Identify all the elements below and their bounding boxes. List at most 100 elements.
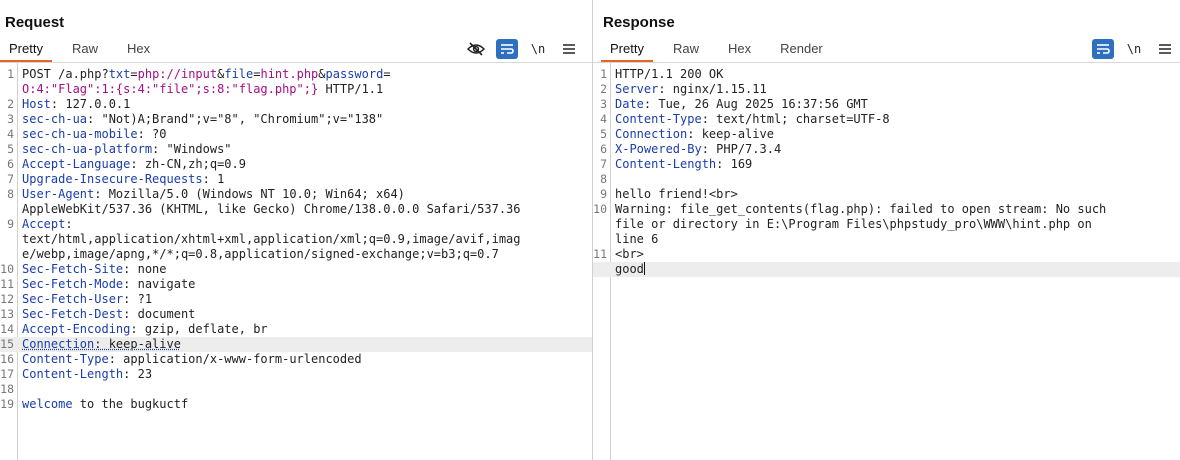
code-line[interactable]: 9 hello friend!<br> xyxy=(593,187,1180,202)
code-token: : "Windows" xyxy=(152,142,232,156)
line-number: 5 xyxy=(7,142,14,156)
code-line[interactable]: 18 xyxy=(0,382,592,397)
line-number: 11 xyxy=(593,247,607,261)
code-token: : none xyxy=(123,262,167,276)
code-line[interactable]: 15 Connection: keep-alive xyxy=(0,337,592,352)
request-title: Request xyxy=(5,14,65,31)
code-line[interactable]: text/html,application/xhtml+xml,applicat… xyxy=(0,232,592,247)
code-line[interactable]: 14 Accept-Encoding: gzip, deflate, br xyxy=(0,322,592,337)
code-token: password xyxy=(325,67,384,81)
response-editor[interactable]: 1 HTTP/1.1 200 OK 2 Server: nginx/1.15.11 3 D… xyxy=(593,63,1180,460)
code-token: Sec-Fetch-Mode xyxy=(22,277,124,291)
code-line[interactable]: 1 HTTP/1.1 200 OK xyxy=(593,67,1180,82)
line-code: Sec-Fetch-Mode: navigate xyxy=(22,277,592,292)
code-token: good xyxy=(615,262,644,276)
response-tab-hex[interactable]: Hex xyxy=(719,38,760,62)
eye-off-icon[interactable] xyxy=(465,39,487,59)
line-code: HTTP/1.1 200 OK xyxy=(615,67,1180,82)
wrap-icon[interactable] xyxy=(1092,39,1114,59)
code-line[interactable]: 4 sec-ch-ua-mobile: ?0 xyxy=(0,127,592,142)
line-code: good xyxy=(615,262,1180,277)
line-code: Accept-Language: zh-CN,zh;q=0.9 xyxy=(22,157,592,172)
line-number: 5 xyxy=(600,127,607,141)
line-code: e/webp,image/apng,*/*;q=0.8,application/… xyxy=(22,247,592,262)
code-token: Warning: file_get_contents(flag.php): fa… xyxy=(615,202,1107,216)
menu-icon[interactable] xyxy=(1154,39,1176,59)
code-token: : "Not)A;Brand";v="8", "Chromium";v="138… xyxy=(87,112,384,126)
code-line[interactable]: 11 <br> xyxy=(593,247,1180,262)
code-line[interactable]: 6 X-Powered-By: PHP/7.3.4 xyxy=(593,142,1180,157)
line-number: 9 xyxy=(600,187,607,201)
line-number: 6 xyxy=(600,142,607,156)
code-line[interactable]: 5 Connection: keep-alive xyxy=(593,127,1180,142)
code-token: : ?0 xyxy=(137,127,167,141)
code-line[interactable]: 5 sec-ch-ua-platform: "Windows" xyxy=(0,142,592,157)
response-tabs: Pretty Raw Hex Render xyxy=(601,38,832,62)
code-line[interactable]: 3 sec-ch-ua: "Not)A;Brand";v="8", "Chromi… xyxy=(0,112,592,127)
code-line[interactable]: AppleWebKit/537.36 (KHTML, like Gecko) C… xyxy=(0,202,592,217)
code-line[interactable]: 8 User-Agent: Mozilla/5.0 (Windows NT 10.… xyxy=(0,187,592,202)
code-token: Accept xyxy=(22,217,66,231)
code-token: Server xyxy=(615,82,659,96)
line-code: Content-Type: text/html; charset=UTF-8 xyxy=(615,112,1180,127)
code-token: AppleWebKit/537.36 (KHTML, like Gecko) C… xyxy=(22,202,521,216)
code-line[interactable]: 1 POST /a.php?txt=php://input&file=hint.p… xyxy=(0,67,592,82)
response-tab-pretty[interactable]: Pretty xyxy=(601,38,653,62)
code-token: = xyxy=(383,67,391,81)
code-line[interactable]: 7 Upgrade-Insecure-Requests: 1 xyxy=(0,172,592,187)
code-token: : keep-alive xyxy=(94,337,181,351)
response-toolbar: \n xyxy=(1083,38,1176,60)
request-editor[interactable]: 1 POST /a.php?txt=php://input&file=hint.p… xyxy=(0,63,592,460)
line-code: sec-ch-ua-platform: "Windows" xyxy=(22,142,592,157)
line-number: 3 xyxy=(7,112,14,126)
request-tab-hex[interactable]: Hex xyxy=(118,38,159,62)
code-line[interactable]: 11 Sec-Fetch-Mode: navigate xyxy=(0,277,592,292)
code-line[interactable]: O:4:"Flag":1:{s:4:"file";s:8:"flag.php";… xyxy=(0,82,592,97)
line-code: O:4:"Flag":1:{s:4:"file";s:8:"flag.php";… xyxy=(22,82,592,97)
code-line[interactable]: file or directory in E:\Program Files\ph… xyxy=(593,217,1180,232)
code-line[interactable]: 19 welcome to the bugkuctf xyxy=(0,397,592,412)
code-token: php://input xyxy=(137,67,218,81)
request-pane: Request Pretty Raw Hex \n 1 POST /a.php?t… xyxy=(0,0,592,460)
code-token: sec-ch-ua-platform xyxy=(22,142,153,156)
code-line[interactable]: e/webp,image/apng,*/*;q=0.8,application/… xyxy=(0,247,592,262)
code-line[interactable]: 9 Accept: xyxy=(0,217,592,232)
code-line[interactable]: 8 xyxy=(593,172,1180,187)
code-token: : nginx/1.15.11 xyxy=(658,82,767,96)
code-token: Sec-Fetch-User xyxy=(22,292,124,306)
code-token: text/html,application/xhtml+xml,applicat… xyxy=(22,232,521,246)
code-line[interactable]: 4 Content-Type: text/html; charset=UTF-8 xyxy=(593,112,1180,127)
response-tab-raw[interactable]: Raw xyxy=(664,38,708,62)
newline-icon[interactable]: \n xyxy=(1123,39,1145,59)
code-line[interactable]: 10 Sec-Fetch-Site: none xyxy=(0,262,592,277)
code-line[interactable]: 17 Content-Length: 23 xyxy=(0,367,592,382)
code-line[interactable]: 2 Host: 127.0.0.1 xyxy=(0,97,592,112)
code-line[interactable]: 16 Content-Type: application/x-www-form-u… xyxy=(0,352,592,367)
code-line[interactable]: 12 Sec-Fetch-User: ?1 xyxy=(0,292,592,307)
menu-icon[interactable] xyxy=(558,39,580,59)
line-number: 8 xyxy=(7,187,14,201)
request-tab-raw[interactable]: Raw xyxy=(63,38,107,62)
request-tab-pretty[interactable]: Pretty xyxy=(0,38,52,62)
code-line[interactable]: line 6 xyxy=(593,232,1180,247)
line-code: welcome to the bugkuctf xyxy=(22,397,592,412)
wrap-icon[interactable] xyxy=(496,39,518,59)
code-line[interactable]: 6 Accept-Language: zh-CN,zh;q=0.9 xyxy=(0,157,592,172)
code-line[interactable]: 2 Server: nginx/1.15.11 xyxy=(593,82,1180,97)
code-token: : ?1 xyxy=(123,292,153,306)
code-line[interactable]: 13 Sec-Fetch-Dest: document xyxy=(0,307,592,322)
line-code: X-Powered-By: PHP/7.3.4 xyxy=(615,142,1180,157)
code-line[interactable]: 10 Warning: file_get_contents(flag.php): … xyxy=(593,202,1180,217)
line-number: 14 xyxy=(0,322,14,336)
line-code: Content-Length: 169 xyxy=(615,157,1180,172)
code-token: Host xyxy=(22,97,51,111)
code-line[interactable]: good xyxy=(593,262,1180,277)
line-code: Sec-Fetch-User: ?1 xyxy=(22,292,592,307)
line-code: text/html,application/xhtml+xml,applicat… xyxy=(22,232,592,247)
code-token: Sec-Fetch-Dest xyxy=(22,307,124,321)
code-line[interactable]: 7 Content-Length: 169 xyxy=(593,157,1180,172)
code-line[interactable]: 3 Date: Tue, 26 Aug 2025 16:37:56 GMT xyxy=(593,97,1180,112)
response-tab-render[interactable]: Render xyxy=(771,38,832,62)
line-code: Connection: keep-alive xyxy=(615,127,1180,142)
newline-icon[interactable]: \n xyxy=(527,39,549,59)
